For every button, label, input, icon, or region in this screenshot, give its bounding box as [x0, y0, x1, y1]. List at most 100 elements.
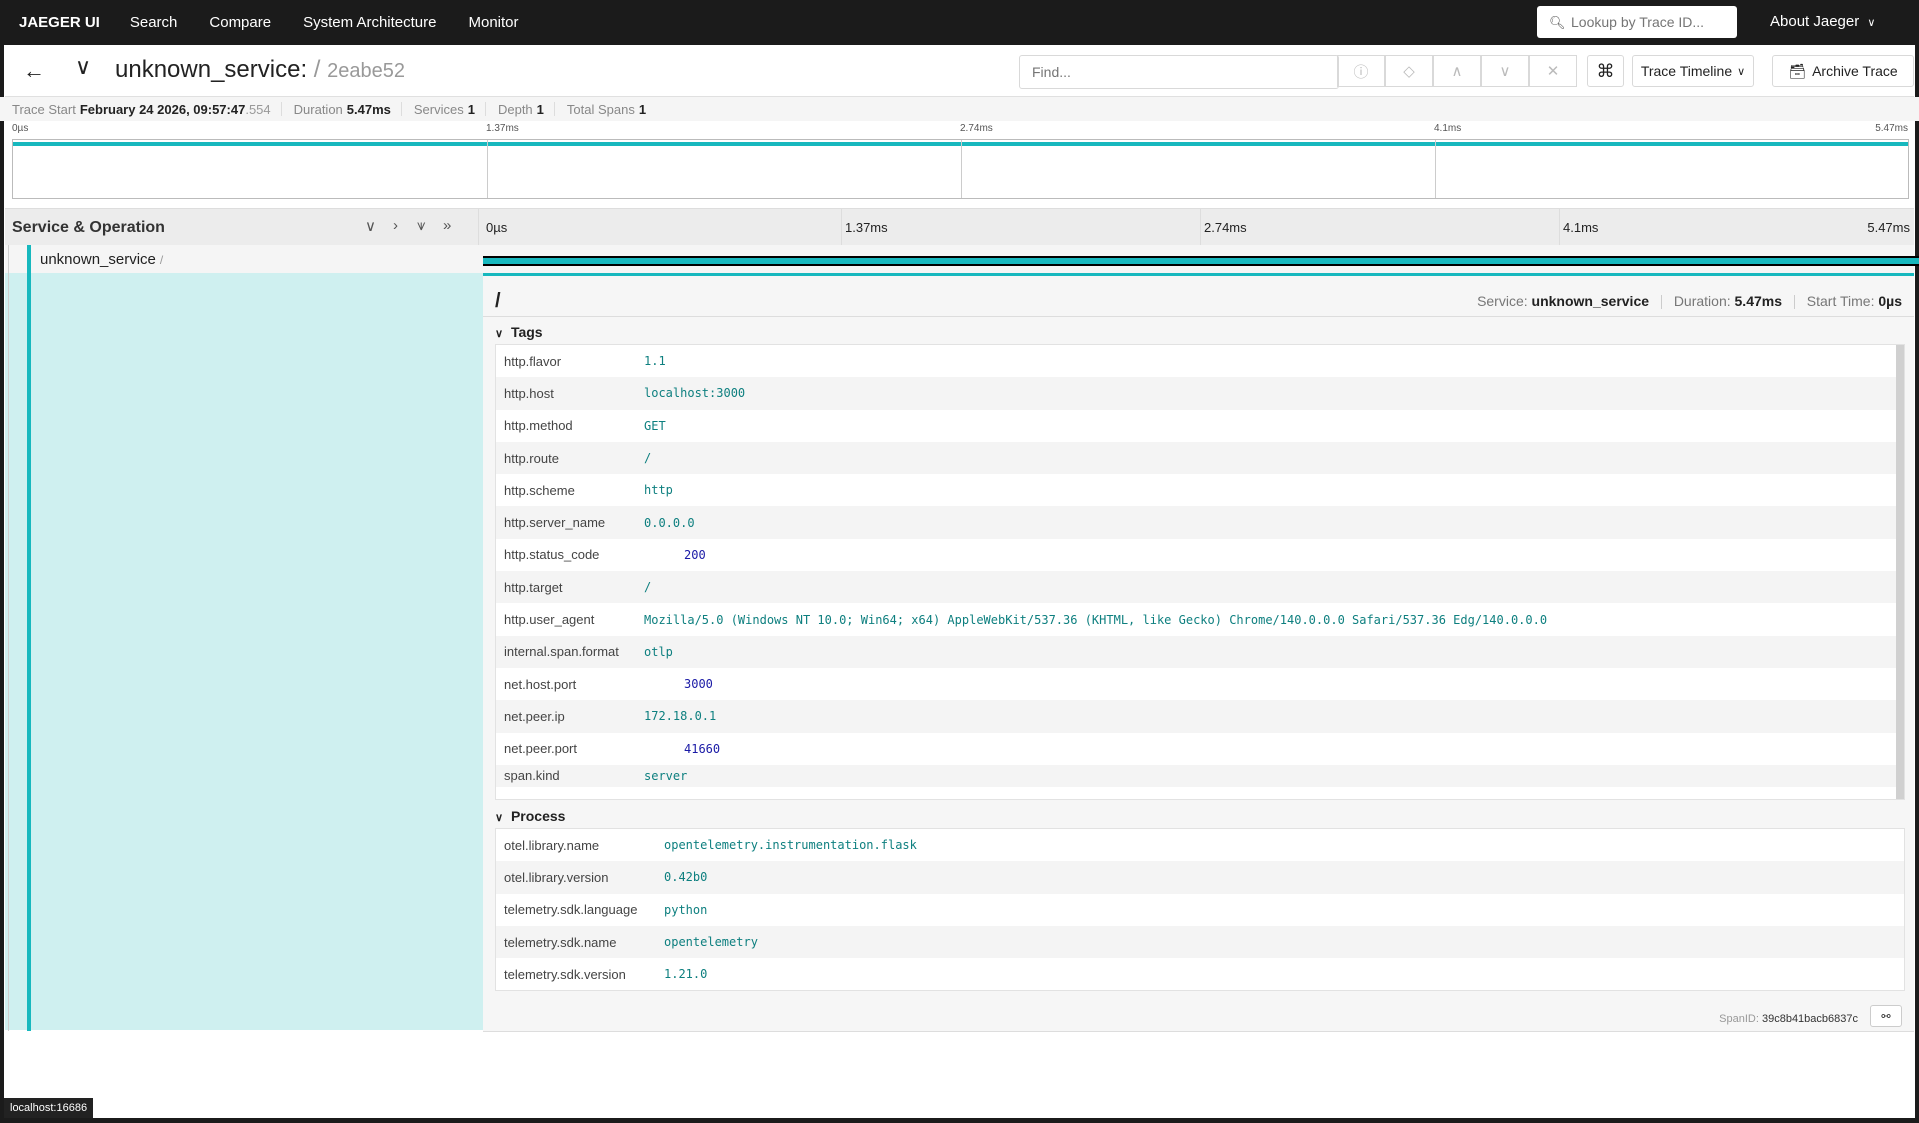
table-row: http.target / — [496, 571, 1904, 604]
span-row[interactable]: unknown_service / — [5, 245, 1919, 274]
timeline-tick: 5.47ms — [1867, 220, 1910, 235]
timeline-gridline — [1559, 209, 1560, 245]
tag-value[interactable]: / — [644, 451, 651, 465]
tag-value[interactable]: 3000 — [644, 677, 713, 691]
tag-key: internal.span.format — [504, 644, 619, 660]
trace-start-value: February 24 2026, 09:57:47 — [79, 101, 246, 117]
trace-id-lookup[interactable]: 🔍︎ — [1537, 6, 1737, 38]
tag-value[interactable]: localhost:3000 — [644, 386, 745, 400]
minimap-gridline — [961, 140, 962, 198]
divider — [1660, 295, 1662, 310]
nav-search[interactable]: Search — [114, 14, 194, 31]
tag-value[interactable]: 0.0.0.0 — [644, 516, 695, 530]
table-row: http.status_code 200 — [496, 539, 1904, 571]
keyboard-shortcuts-icon[interactable]: ⌘ — [1587, 55, 1624, 87]
divider — [280, 102, 282, 116]
tag-value[interactable]: / — [644, 580, 651, 594]
span-service: unknown_service — [40, 251, 156, 268]
minimap-tick: 4.1ms — [1434, 123, 1462, 134]
tag-value[interactable]: 41660 — [644, 742, 720, 756]
tags-section-header[interactable]: ∨ Tags — [495, 324, 543, 340]
tag-value[interactable]: Mozilla/5.0 (Windows NT 10.0; Win64; x64… — [644, 613, 1547, 627]
table-row: otel.library.version 0.42b0 — [496, 861, 1904, 894]
span-timeline-bar[interactable] — [483, 256, 1919, 266]
brand-logo[interactable]: JAEGER UI — [19, 14, 100, 31]
help-icon[interactable]: ⓘ — [1337, 55, 1385, 87]
about-label: About Jaeger — [1770, 13, 1860, 30]
process-value[interactable]: opentelemetry — [664, 935, 758, 949]
table-row: telemetry.sdk.language python — [496, 894, 1904, 926]
process-key: telemetry.sdk.language — [504, 902, 638, 918]
services-label: Services — [413, 101, 464, 117]
process-section-header[interactable]: ∨ Process — [495, 808, 565, 824]
find-box[interactable] — [1019, 55, 1339, 89]
minimap-tick: 1.37ms — [486, 123, 519, 134]
collapse-one-icon[interactable]: ∨ — [365, 217, 376, 235]
tags-table: http.flavor 1.1 http.host localhost:3000 h… — [495, 344, 1905, 800]
table-row: span.kind server — [496, 764, 1904, 787]
process-value[interactable]: 1.21.0 — [664, 967, 707, 981]
timeline-tick: 1.37ms — [845, 220, 888, 235]
collapse-all-icon[interactable]: ⩛ — [417, 217, 425, 234]
process-table: otel.library.name opentelemetry.instrumen… — [495, 828, 1905, 992]
process-key: telemetry.sdk.name — [504, 934, 617, 950]
depth-value: 1 — [536, 101, 544, 117]
tag-value[interactable]: GET — [644, 419, 666, 433]
process-value[interactable]: python — [664, 903, 707, 917]
expand-one-icon[interactable]: › — [393, 217, 398, 234]
status-bar-url: localhost:16686 — [4, 1098, 94, 1118]
tag-key: http.scheme — [504, 482, 575, 498]
tag-value[interactable]: 1.1 — [644, 354, 666, 368]
divider — [483, 316, 1914, 317]
trace-start-ms: .554 — [245, 101, 271, 117]
nav-monitor[interactable]: Monitor — [452, 14, 534, 31]
nav-compare[interactable]: Compare — [193, 14, 287, 31]
tag-key: http.host — [504, 385, 554, 401]
chevron-down-icon: ∨ — [1737, 65, 1746, 78]
about-jaeger-menu[interactable]: About Jaeger ∨ — [1770, 13, 1875, 30]
minimap-tick: 0µs — [12, 123, 29, 134]
process-value[interactable]: opentelemetry.instrumentation.flask — [664, 838, 917, 852]
tags-scrollbar[interactable] — [1896, 345, 1904, 799]
expand-all-icon[interactable]: » — [443, 217, 451, 234]
locate-icon[interactable]: ◇ — [1385, 55, 1433, 87]
table-row: http.server_name 0.0.0.0 — [496, 506, 1904, 539]
span-id-value: 39c8b41bacb6837c — [1761, 1013, 1858, 1025]
minimap-tick: 5.47ms — [1875, 123, 1908, 134]
services-value: 1 — [467, 101, 475, 117]
prev-result-icon[interactable]: ∧ — [1433, 55, 1481, 87]
view-mode-select[interactable]: Trace Timeline ∨ — [1632, 55, 1754, 87]
tag-key: http.user_agent — [504, 612, 595, 628]
divider — [484, 102, 486, 116]
tag-key: http.method — [504, 418, 573, 434]
span-name[interactable]: unknown_service / — [40, 251, 163, 268]
column-divider[interactable] — [478, 209, 479, 245]
start-time-label: Start Time: — [1806, 293, 1875, 309]
table-row: telemetry.sdk.version 1.21.0 — [496, 958, 1904, 990]
next-result-icon[interactable]: ∨ — [1481, 55, 1529, 87]
clear-search-icon[interactable]: ✕ — [1529, 55, 1577, 87]
trace-minimap[interactable] — [12, 139, 1909, 199]
find-input[interactable] — [1030, 63, 1334, 81]
process-value[interactable]: 0.42b0 — [664, 870, 707, 884]
tag-value[interactable]: http — [644, 483, 673, 497]
depth-label: Depth — [497, 101, 533, 117]
trace-id-input[interactable] — [1569, 13, 1733, 31]
timeline-tick: 2.74ms — [1204, 220, 1247, 235]
tag-value[interactable]: 172.18.0.1 — [644, 709, 716, 723]
tag-value[interactable]: otlp — [644, 645, 673, 659]
table-row: internal.span.format otlp — [496, 635, 1904, 668]
span-id-label: SpanID: — [1719, 1013, 1759, 1025]
tag-value[interactable]: server — [644, 769, 687, 783]
archive-icon: 🗃︎ — [1788, 62, 1807, 79]
collapse-chevron-icon[interactable]: ∨ — [75, 54, 91, 80]
back-arrow-icon[interactable]: ← — [23, 58, 45, 84]
span-id: SpanID: 39c8b41bacb6837c — [1719, 1013, 1858, 1025]
timeline-header: Service & Operation ∨ › ⩛ » 0µs 1.37ms 2… — [5, 208, 1914, 246]
table-row: otel.library.name opentelemetry.instrumen… — [496, 829, 1904, 861]
link-icon[interactable]: ⚯ — [1870, 1005, 1902, 1027]
tag-value[interactable]: 200 — [644, 548, 706, 562]
nav-system-architecture[interactable]: System Architecture — [287, 14, 452, 31]
archive-trace-button[interactable]: 🗃︎ Archive Trace — [1772, 55, 1914, 87]
tag-key: http.target — [504, 579, 563, 595]
